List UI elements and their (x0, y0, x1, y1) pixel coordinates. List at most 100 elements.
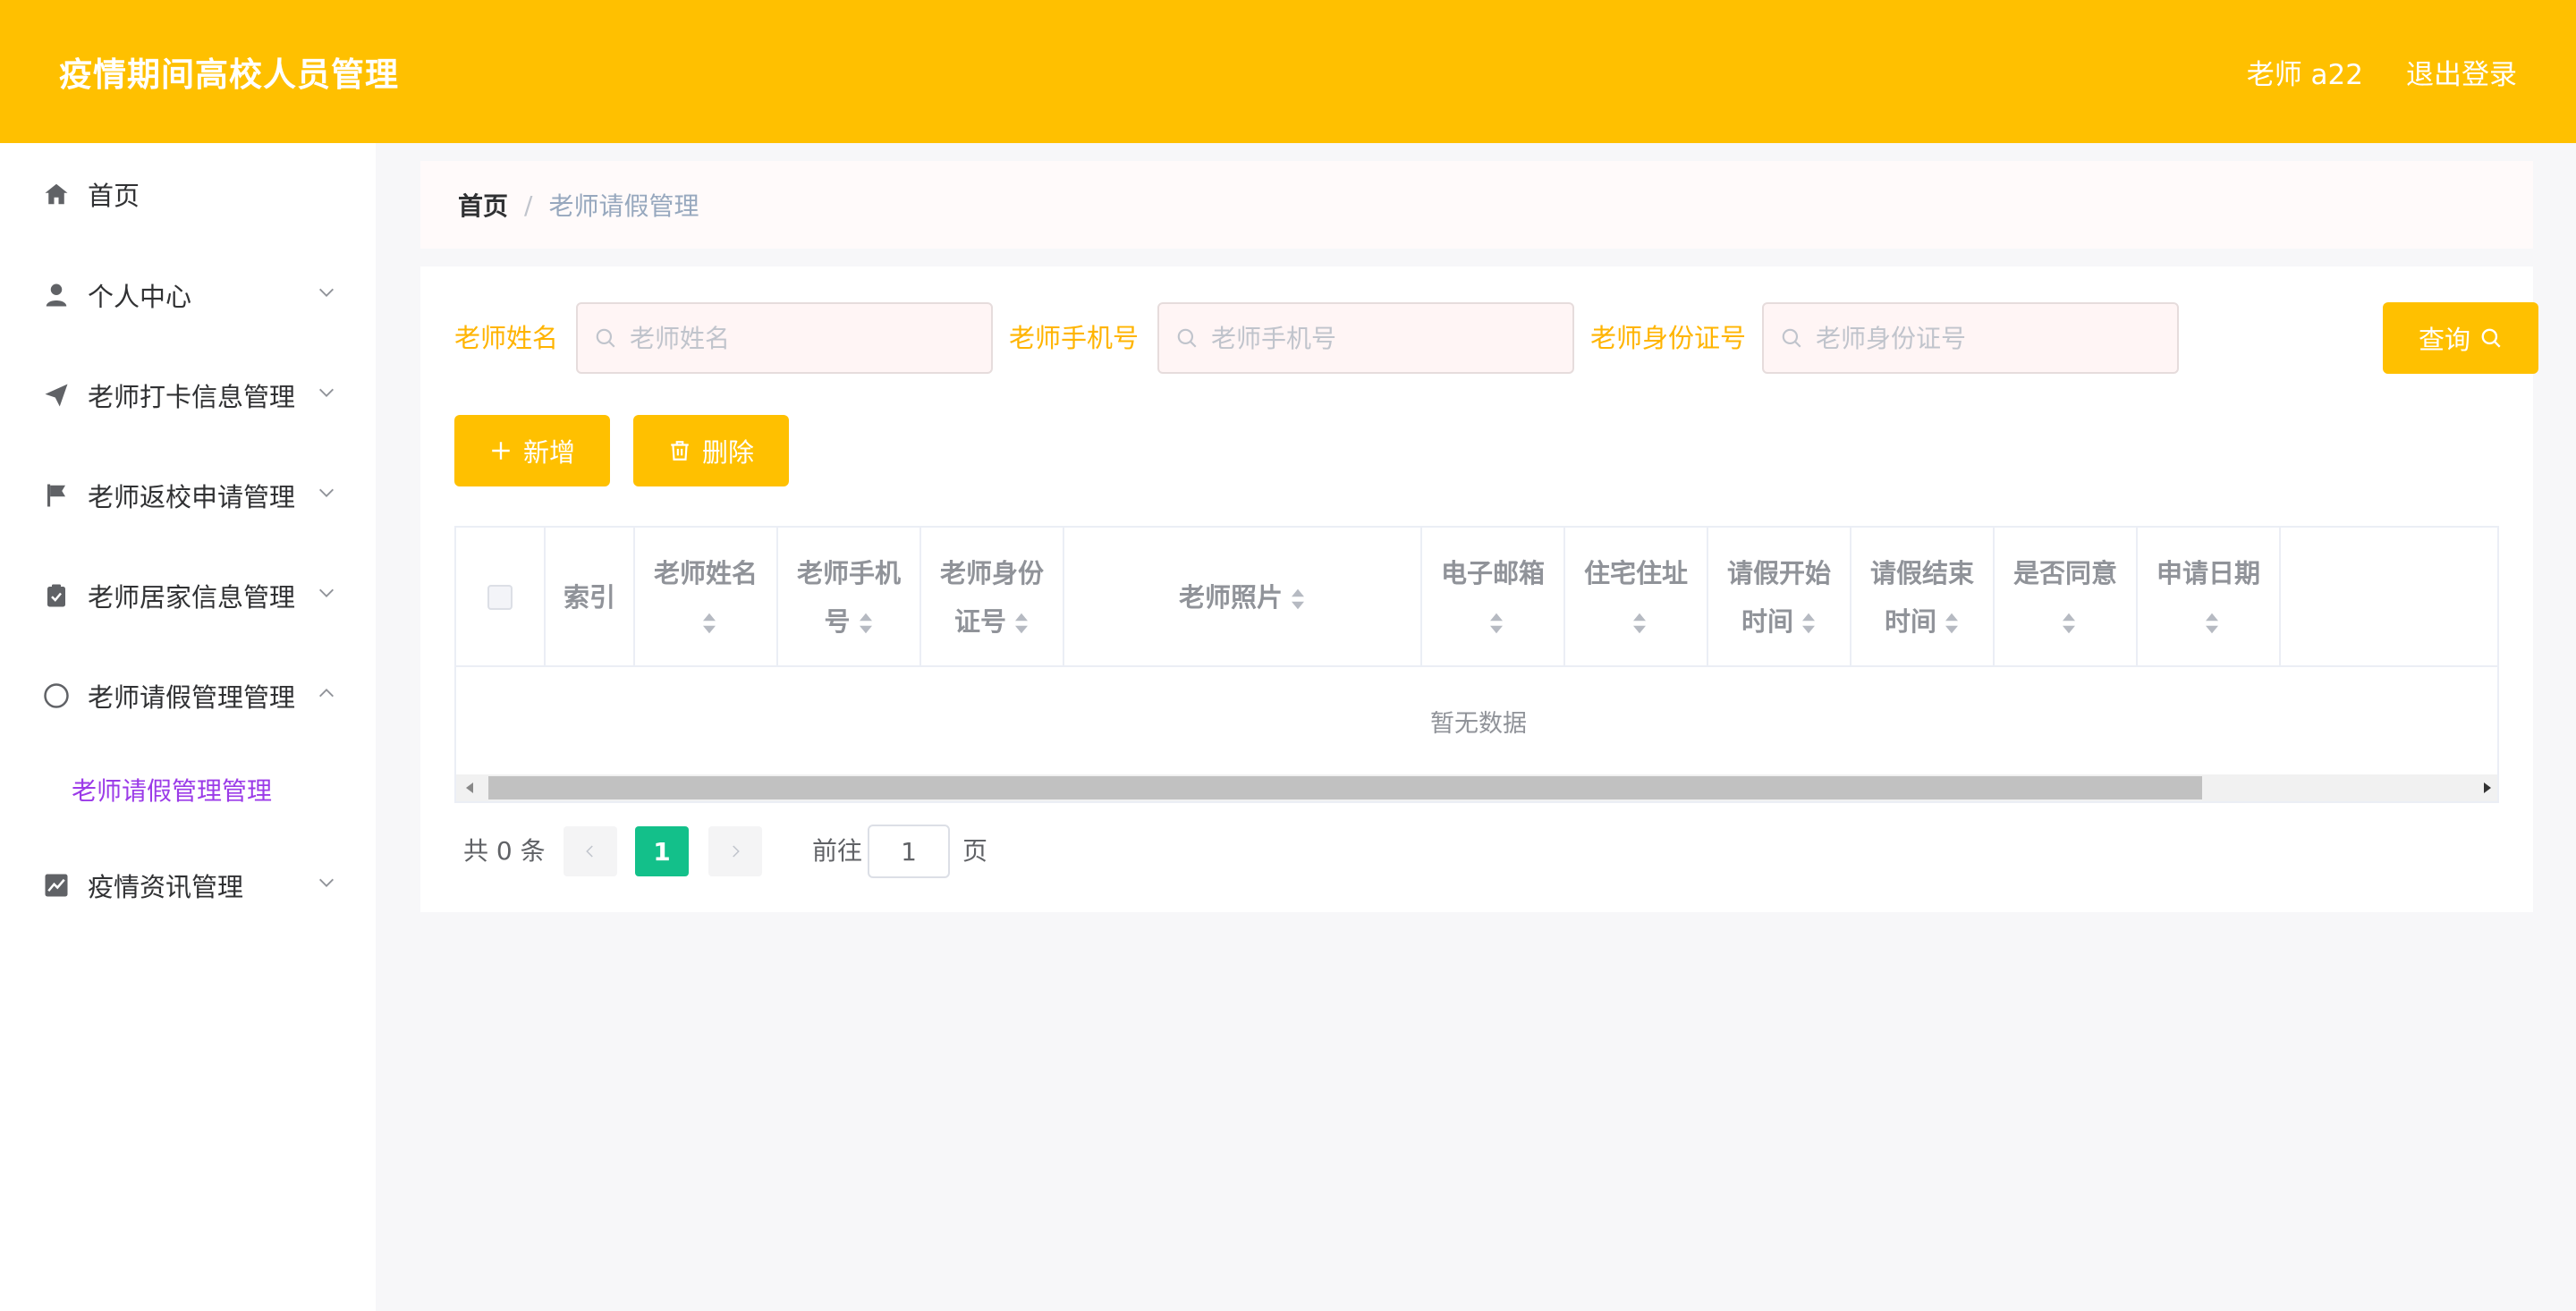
chevron-left-icon (586, 845, 593, 858)
column-header-label: 电子邮箱 (1440, 558, 1545, 588)
teacher-id-field[interactable] (1762, 302, 2179, 374)
goto-label: 前往 (812, 836, 863, 866)
scrollbar-thumb[interactable] (488, 776, 2202, 799)
sidebar-item-personal-center[interactable]: 个人中心 (0, 259, 376, 331)
breadcrumb: 首页 / 老师请假管理 (420, 161, 2533, 249)
column-header-label-line2: 证号 (953, 606, 1006, 637)
table-header: 索引 老师姓名 老师手机 号 老师身份 证号 老师照片 电子邮箱 住宅住址 请假… (456, 528, 2497, 667)
column-header-label: 申请日期 (2156, 558, 2260, 588)
sidebar-item-label: 老师请假管理管理 (88, 682, 296, 713)
sidebar-item-label: 老师居家信息管理 (88, 582, 296, 613)
sidebar-item-label: 疫情资讯管理 (88, 872, 244, 902)
search-form: 老师姓名 老师手机号 老师身份证号 查询 (454, 302, 2538, 374)
search-icon (2481, 328, 2501, 348)
prev-page-button[interactable] (564, 826, 617, 876)
column-header[interactable]: 住宅住址 (1565, 528, 1708, 667)
column-header[interactable]: 老师身份 证号 (921, 528, 1064, 667)
chevron-right-icon (733, 845, 740, 858)
sort-icon[interactable] (1488, 611, 1504, 636)
search-icon (1177, 328, 1197, 348)
breadcrumb-separator: / (524, 190, 533, 220)
submenu-item-teacher-leave-management[interactable]: 老师请假管理管理 (0, 758, 376, 821)
sort-icon[interactable] (858, 611, 874, 636)
query-button[interactable]: 查询 (2383, 302, 2538, 374)
teacher-name-label: 老师姓名 (454, 323, 559, 353)
sidebar-item-teacher-home[interactable]: 老师居家信息管理 (0, 560, 376, 631)
column-header[interactable]: 申请日期 (2138, 528, 2281, 667)
horizontal-scrollbar[interactable] (456, 774, 2497, 801)
column-header[interactable]: 老师照片 (1064, 528, 1422, 667)
sort-icon[interactable] (701, 611, 717, 636)
flag-icon (41, 480, 72, 511)
breadcrumb-home[interactable]: 首页 (458, 187, 508, 223)
chart-icon (41, 870, 72, 901)
sort-icon[interactable] (1013, 611, 1030, 636)
sidebar-item-teacher-leave[interactable]: 老师请假管理管理 (0, 660, 376, 732)
leave-table: 索引 老师姓名 老师手机 号 老师身份 证号 老师照片 电子邮箱 住宅住址 请假… (454, 526, 2499, 803)
home-icon (41, 179, 72, 209)
scroll-left-icon[interactable] (456, 774, 483, 801)
column-header-label: 是否同意 (2012, 558, 2117, 588)
page-suffix: 页 (962, 836, 988, 866)
sort-icon[interactable] (1801, 611, 1817, 636)
column-header: 索引 (546, 528, 635, 667)
column-header[interactable]: 老师手机 号 (778, 528, 921, 667)
sidebar-item-teacher-checkin[interactable]: 老师打卡信息管理 (0, 359, 376, 431)
sidebar-item-label: 个人中心 (88, 282, 192, 312)
next-page-button[interactable] (708, 826, 762, 876)
header-right: 老师 a22 退出登录 (2247, 52, 2517, 92)
column-header-label: 请假开始 (1726, 558, 1831, 588)
column-header-label-line2: 号 (824, 606, 851, 637)
scroll-right-icon[interactable] (2474, 774, 2497, 801)
teacher-phone-label: 老师手机号 (1009, 323, 1140, 353)
column-header[interactable]: 是否同意 (1995, 528, 2138, 667)
column-header[interactable]: 请假开始 时间 (1708, 528, 1852, 667)
search-icon (1782, 328, 1801, 348)
select-all-checkbox[interactable] (487, 585, 513, 610)
teacher-name-field[interactable] (576, 302, 993, 374)
teacher-name-input[interactable] (630, 323, 987, 353)
compass-icon (41, 681, 72, 711)
logout-link[interactable]: 退出登录 (2406, 52, 2517, 92)
sidebar-item-label: 老师返校申请管理 (88, 482, 296, 512)
search-icon (596, 328, 615, 348)
teacher-id-input[interactable] (1816, 323, 2174, 353)
column-header[interactable]: 老师姓名 (635, 528, 778, 667)
sidebar: 首页 个人中心 老师打卡信息管理 老师返校申请管理 老师居家信息管理 老师请假管 (0, 143, 376, 1311)
current-user: 老师 a22 (2246, 58, 2363, 91)
page-number-button[interactable]: 1 (635, 826, 689, 876)
chevron-down-icon (319, 388, 334, 397)
teacher-phone-input[interactable] (1211, 323, 1569, 353)
chevron-down-icon (319, 588, 334, 597)
column-header[interactable]: 电子邮箱 (1422, 528, 1565, 667)
column-header-label-line2: 时间 (1741, 606, 1793, 637)
delete-button-label: 删除 (701, 437, 754, 468)
sidebar-item-label: 首页 (88, 181, 140, 211)
top-header: 疫情期间高校人员管理 老师 a22 退出登录 (0, 0, 2576, 143)
sidebar-item-teacher-return[interactable]: 老师返校申请管理 (0, 460, 376, 531)
sidebar-item-label: 老师打卡信息管理 (88, 382, 296, 412)
total-count: 共 0 条 (463, 836, 546, 866)
column-header-label: 老师姓名 (653, 558, 758, 588)
goto-page-input[interactable] (868, 825, 950, 878)
delete-button[interactable]: 删除 (633, 415, 789, 486)
teacher-phone-field[interactable] (1157, 302, 1574, 374)
sidebar-item-epidemic-news[interactable]: 疫情资讯管理 (0, 850, 376, 921)
add-button[interactable]: 新增 (454, 415, 610, 486)
column-header-label: 老师身份 (939, 558, 1044, 588)
sort-icon[interactable] (2061, 611, 2077, 636)
clipboard-check-icon (41, 580, 72, 611)
chevron-up-icon (319, 689, 334, 698)
column-header[interactable]: 请假结束 时间 (1852, 528, 1995, 667)
app-title: 疫情期间高校人员管理 (59, 55, 399, 94)
sidebar-item-home[interactable]: 首页 (0, 158, 376, 230)
sort-icon[interactable] (1631, 611, 1648, 636)
plus-icon (492, 442, 510, 460)
user-icon (41, 280, 72, 310)
trash-icon (671, 441, 689, 461)
column-header-label: 请假结束 (1869, 558, 1974, 588)
sort-icon[interactable] (2204, 611, 2220, 636)
sort-icon[interactable] (1944, 611, 1960, 636)
sort-icon[interactable] (1290, 587, 1306, 612)
column-header-label: 索引 (563, 582, 615, 613)
